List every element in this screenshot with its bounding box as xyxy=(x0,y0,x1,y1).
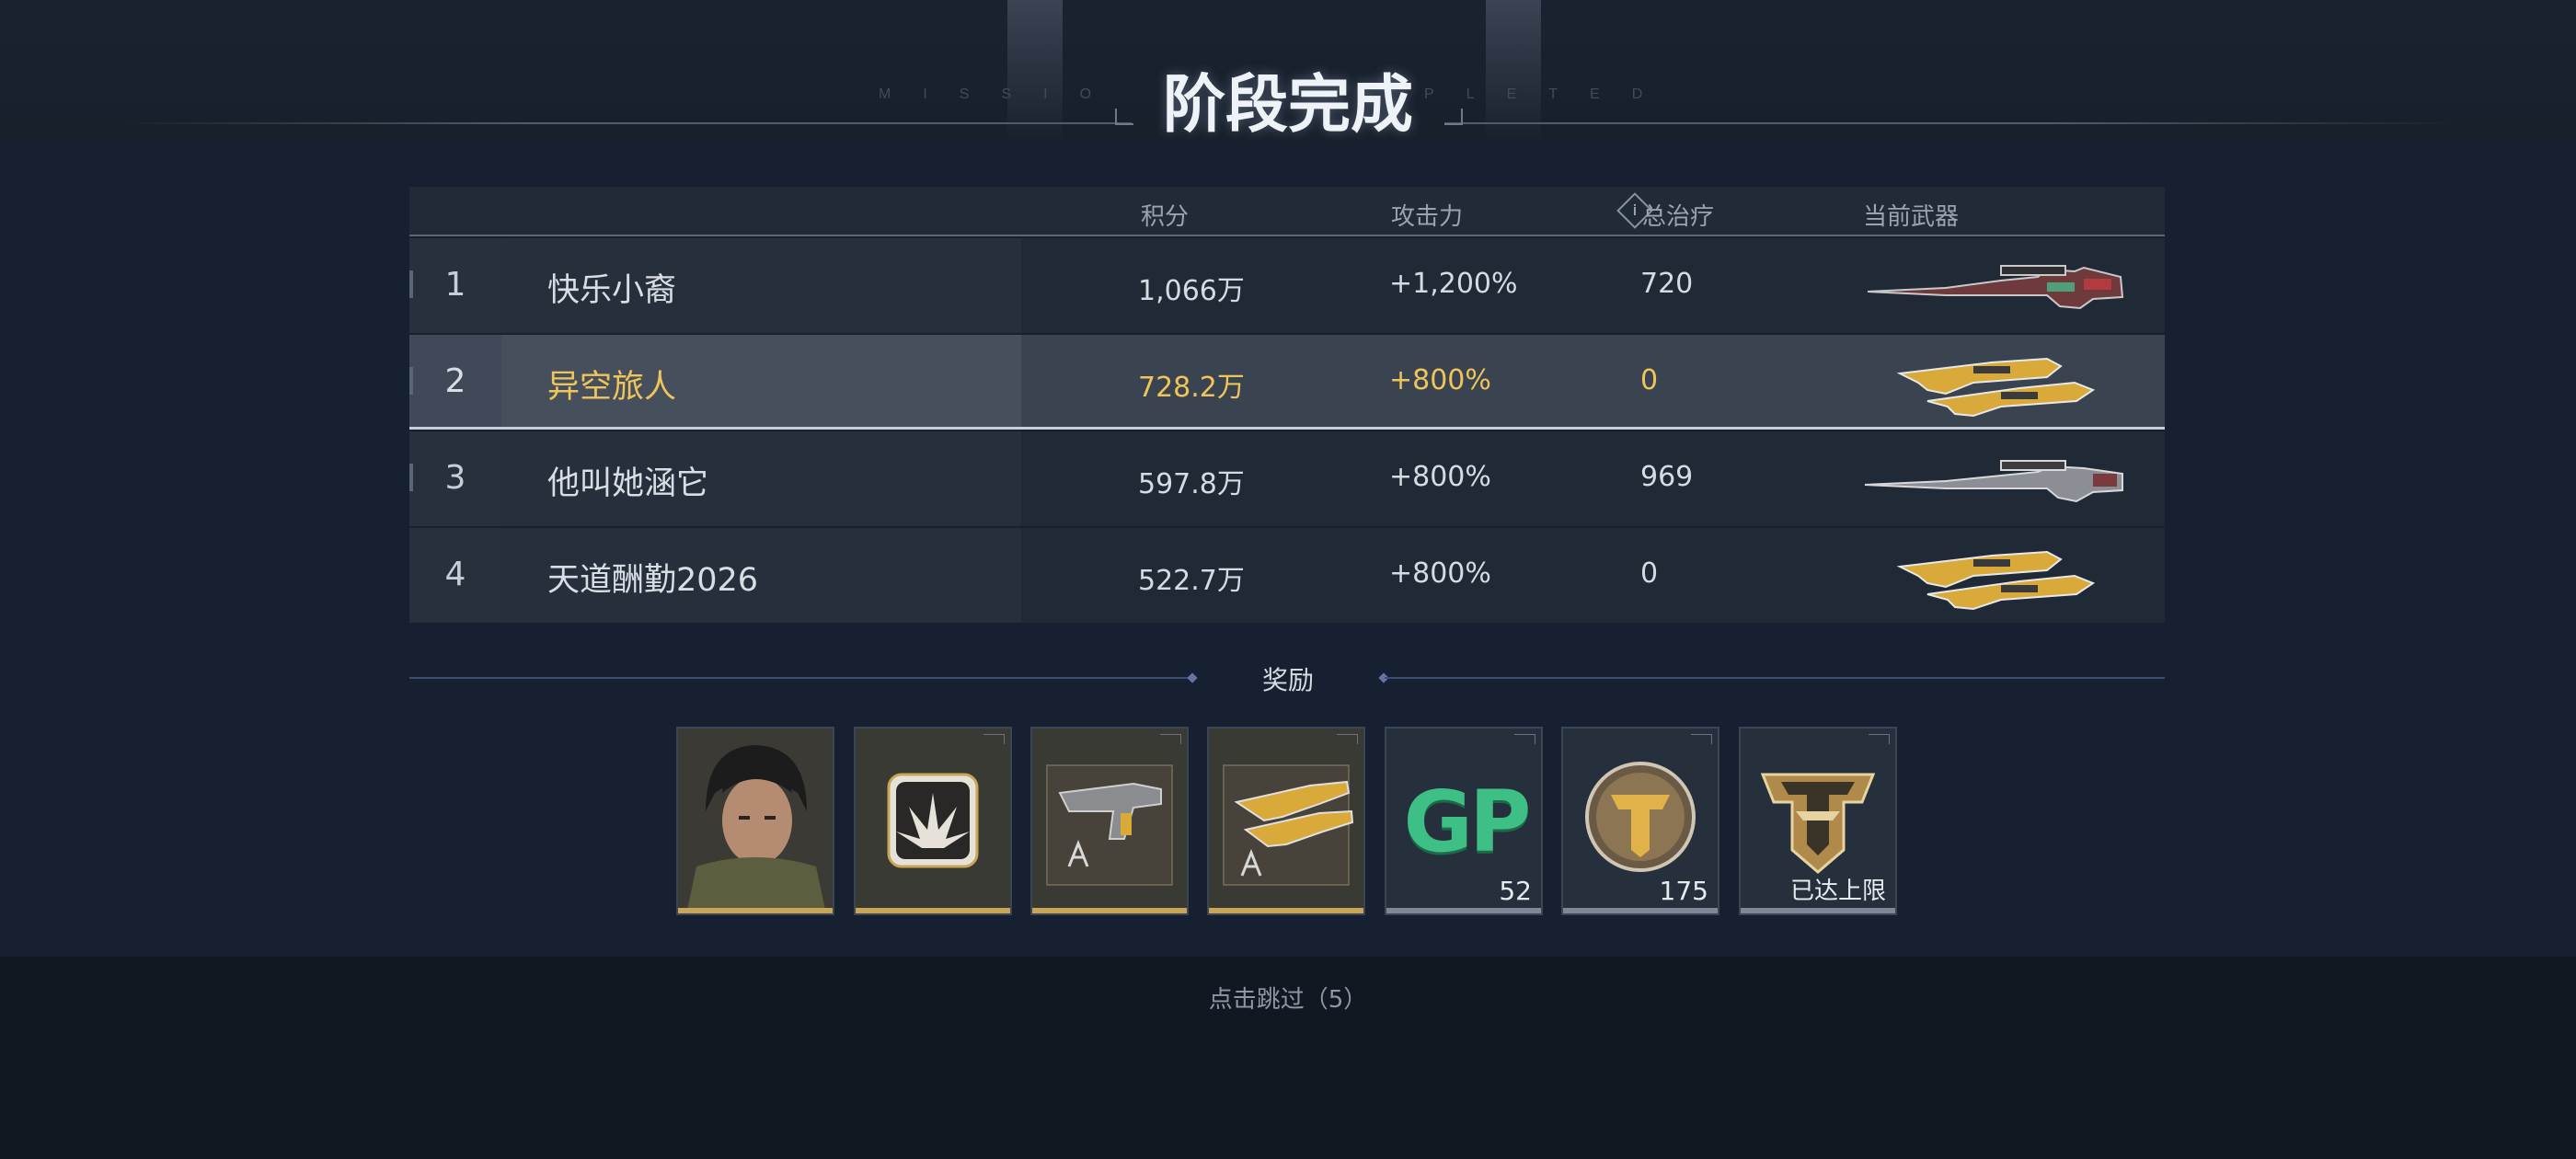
pistol-blueprint-icon xyxy=(1046,764,1173,886)
reward-qty: 已达上限 xyxy=(1789,878,1886,905)
rewards-label: 奖励 xyxy=(1261,665,1314,695)
reward-qty: 52 xyxy=(1499,876,1532,906)
heal-value: 969 xyxy=(1640,461,1694,493)
score-value: 728.2万 xyxy=(1138,372,1245,404)
light-beam xyxy=(1007,0,1063,143)
rank: 2 xyxy=(444,362,466,400)
reward-card[interactable]: GP 52 xyxy=(1385,727,1543,915)
rifle-blueprint-icon xyxy=(1223,764,1354,886)
rank: 1 xyxy=(444,266,466,304)
reward-card[interactable] xyxy=(854,727,1012,915)
attack-value: +800% xyxy=(1389,461,1491,493)
header-score: 积分 xyxy=(1141,203,1190,231)
reward-card[interactable]: 已达上限 xyxy=(1739,727,1897,915)
player-name: 他叫她涵它 xyxy=(547,465,709,502)
character-portrait-icon xyxy=(678,729,833,910)
skip-button[interactable]: 点击跳过（5） xyxy=(1104,981,1472,1015)
heal-value: 0 xyxy=(1640,557,1659,590)
table-row[interactable]: 4 天道酬勤2026 522.7万 +800% 0 xyxy=(409,528,2165,623)
player-name: 天道酬勤2026 xyxy=(547,562,759,599)
sniper-rifle-silver-icon xyxy=(1864,460,2123,503)
header-heal: 总治疗 xyxy=(1642,203,1715,231)
title-divider-right xyxy=(1444,122,2456,124)
table-header: 积分 i 攻击力 总治疗 当前武器 xyxy=(409,187,2165,236)
sniper-rifle-red-icon xyxy=(1867,265,2124,310)
page-title: 阶段完成 xyxy=(1162,69,1413,142)
score-value: 597.8万 xyxy=(1138,468,1245,500)
table-row[interactable]: 3 他叫她涵它 597.8万 +800% 969 xyxy=(409,431,2165,526)
score-value: 1,066万 xyxy=(1138,275,1245,307)
skill-emblem-icon xyxy=(887,773,979,868)
light-beam xyxy=(1486,0,1541,143)
player-name: 异空旅人 xyxy=(547,369,677,406)
header-attack: 攻击力 xyxy=(1391,203,1464,231)
reward-card[interactable] xyxy=(676,727,834,915)
heal-value: 720 xyxy=(1640,268,1694,300)
heal-value: 0 xyxy=(1640,364,1659,396)
attack-value: +1,200% xyxy=(1389,268,1518,300)
title-divider-left xyxy=(120,122,1132,124)
reward-card[interactable] xyxy=(1030,727,1189,915)
reward-card[interactable] xyxy=(1207,727,1365,915)
reward-card[interactable]: 175 xyxy=(1561,727,1719,915)
attack-value: +800% xyxy=(1389,364,1491,396)
reward-qty: 175 xyxy=(1659,876,1708,906)
subtitle-left: MISSIO xyxy=(879,86,1124,102)
score-value: 522.7万 xyxy=(1138,565,1245,597)
player-name: 快乐小裔 xyxy=(547,272,677,309)
scoreboard-table: 积分 i 攻击力 总治疗 当前武器 1 快乐小裔 1,066万 +1,200% … xyxy=(409,187,2165,623)
attack-value: +800% xyxy=(1389,557,1491,590)
rewards-divider-left xyxy=(409,677,1191,679)
gp-currency-icon: GP xyxy=(1403,773,1532,871)
rank: 3 xyxy=(444,459,466,497)
dual-gold-rifles-icon xyxy=(1896,550,2096,611)
rank: 4 xyxy=(444,556,466,593)
table-row-highlighted[interactable]: 2 异空旅人 728.2万 +800% 0 xyxy=(409,335,2165,430)
header-weapon: 当前武器 xyxy=(1863,203,1960,231)
rewards-divider-right xyxy=(1385,677,2165,679)
table-row[interactable]: 1 快乐小裔 1,066万 +1,200% 720 xyxy=(409,238,2165,333)
dual-gold-rifles-icon xyxy=(1896,357,2096,418)
